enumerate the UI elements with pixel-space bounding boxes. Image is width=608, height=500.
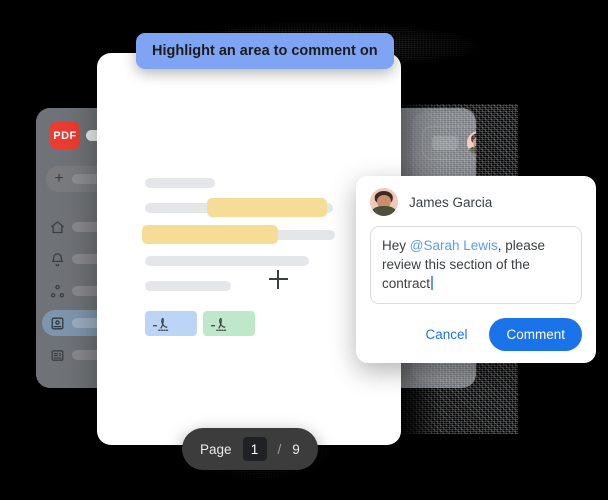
comment-author-row: James Garcia [370,188,582,216]
background-header-placeholder [432,136,458,150]
document-scan-icon [42,316,72,331]
pdf-logo-text: PDF [53,129,77,142]
signature-field-1[interactable] [145,311,197,336]
current-page-input[interactable]: 1 [242,437,267,461]
text-highlight[interactable] [207,198,327,217]
comment-popup[interactable]: James Garcia Hey @Sarah Lewis, please re… [356,176,596,364]
signature-field-2[interactable] [203,311,255,336]
comment-author-name: James Garcia [409,194,493,210]
pdf-logo: PDF [50,122,80,149]
document-text-line [145,281,231,291]
crosshair-cursor [269,270,288,289]
background-card-header [422,126,476,160]
cancel-button[interactable]: Cancel [417,321,475,348]
mention-token: @Sarah Lewis [409,238,498,253]
screenshot-stage: PDF + Highlight an area to comment on Ja… [0,0,608,500]
document-text-line [145,178,215,188]
document-text-line [145,256,309,266]
id-card-icon [42,348,72,363]
bell-icon [42,252,72,267]
tooltip-text: Highlight an area to comment on [152,43,378,59]
total-pages: 9 [292,441,300,457]
page-label: Page [200,441,232,457]
text-highlight[interactable] [142,225,278,244]
comment-input[interactable]: Hey @Sarah Lewis, please review this sec… [370,226,582,305]
share-nodes-icon [42,284,72,299]
text-caret [431,276,433,291]
avatar [370,188,398,216]
comment-actions: Cancel Comment [370,318,582,352]
page-navigation[interactable]: Page 1 / 9 [182,428,318,470]
submit-comment-button[interactable]: Comment [489,318,582,352]
home-icon [42,220,72,235]
instruction-tooltip: Highlight an area to comment on [136,33,394,69]
page-separator: / [277,441,282,457]
avatar [467,131,476,155]
plus-icon: + [54,170,64,187]
comment-text-prefix: Hey [382,238,410,253]
